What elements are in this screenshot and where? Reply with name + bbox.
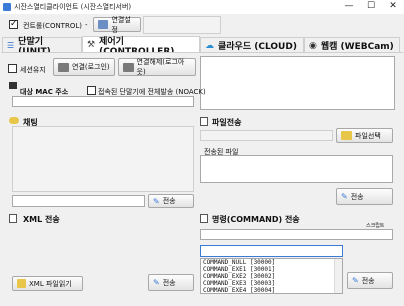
file-transfer-title: 파일전송 <box>212 118 242 127</box>
send-icon: ✎ <box>341 192 348 201</box>
script-label: 스크립트 <box>366 223 385 229</box>
command-icon <box>200 214 208 223</box>
command-send-button[interactable]: ✎ 전송 <box>347 272 393 289</box>
chat-icon <box>9 117 19 124</box>
mac-address-input[interactable] <box>12 96 194 107</box>
webcam-icon: ◉ <box>309 40 317 51</box>
tab-webcam-label: 웹캠 (WEBCam) <box>320 42 394 52</box>
disconnect-logout-button[interactable]: 연결해제(로그아웃) <box>118 58 196 76</box>
tab-unit[interactable]: ☰ 단말기 (UNIT) <box>2 37 82 57</box>
chat-input[interactable] <box>12 195 145 207</box>
connect-login-label: 연결(로그인) <box>72 63 110 71</box>
xml-read-file-label: XML 파일읽기 <box>29 279 72 288</box>
status-log-box <box>200 56 395 110</box>
list-item[interactable]: COMMAND_EXE3 [30003] <box>201 280 342 287</box>
cloud-icon: ☁ <box>205 40 214 51</box>
session-hold-label: 세션유지 <box>20 66 46 74</box>
list-item[interactable]: COMMAND_EXE4 [30004] <box>201 287 342 293</box>
file-path-input <box>200 130 333 141</box>
tab-bar: ☰ 단말기 (UNIT) ⚒ 제어기 (CONTROLLER) ☁ 클라우드 (… <box>0 36 404 57</box>
chat-send-label: 전송 <box>162 197 176 205</box>
connect-icon <box>58 62 69 72</box>
disconnect-icon <box>123 62 134 72</box>
command-input[interactable] <box>200 245 343 257</box>
disconnect-logout-label: 연결해제(로그아웃) <box>136 58 185 76</box>
command-title: 명령(COMMAND) 전송 <box>212 215 300 224</box>
connect-settings-label: 연결설정 <box>111 15 131 34</box>
list-icon: ☰ <box>7 41 15 50</box>
tab-controller[interactable]: ⚒ 제어기 (CONTROLLER) <box>82 36 200 57</box>
control-checkbox[interactable] <box>9 19 18 29</box>
connection-status-field <box>143 16 221 34</box>
wrench-icon: ⚒ <box>87 40 96 50</box>
list-item[interactable]: COMMAND_NULL [30000] <box>201 259 342 266</box>
window-title: 시잔스열티클라이언트 (시잔스열티서버) <box>14 3 132 11</box>
xml-title: XML 전송 <box>23 215 60 224</box>
close-button[interactable]: ✕ <box>382 0 404 14</box>
command-list-scrollbar[interactable] <box>334 259 342 293</box>
session-hold-checkbox[interactable] <box>8 64 17 73</box>
command-script-input[interactable] <box>200 229 393 240</box>
file-send-button[interactable]: ✎ 전송 <box>336 188 393 205</box>
file-select-label: 파일선택 <box>355 131 381 140</box>
toolbar: 컨트롤(CONTROL) - 연결설정 <box>0 14 404 36</box>
file-select-button[interactable]: 파일선택 <box>336 128 393 143</box>
xml-send-label: 전송 <box>162 278 176 287</box>
tab-webcam[interactable]: ◉ 웹캠 (WEBCam) <box>304 37 400 53</box>
xml-read-file-button[interactable]: XML 파일읽기 <box>12 276 83 291</box>
tab-cloud-label: 클라우드 (CLOUD) <box>218 42 297 52</box>
toolbar-separator: - <box>85 21 88 29</box>
command-send-label: 전송 <box>361 276 375 285</box>
folder-icon <box>341 131 352 140</box>
app-icon <box>3 3 11 11</box>
connect-login-button[interactable]: 연결(로그인) <box>53 58 115 76</box>
control-label: 컨트롤(CONTROL) <box>23 22 82 30</box>
file-icon <box>200 117 208 126</box>
send-icon: ✎ <box>153 196 160 206</box>
minimize-button[interactable]: — <box>338 0 360 14</box>
list-item[interactable]: COMMAND_EXE2 [30002] <box>201 273 342 280</box>
list-item[interactable]: COMMAND_EXE1 [30001] <box>201 266 342 273</box>
command-list[interactable]: COMMAND_NULL [30000] COMMAND_EXE1 [30001… <box>200 258 343 294</box>
send-icon: ✎ <box>352 276 359 285</box>
mac-icon <box>9 82 17 89</box>
title-bar: 시잔스열티클라이언트 (시잔스열티서버) — ☐ ✕ <box>0 0 404 14</box>
send-icon: ✎ <box>153 278 160 287</box>
monitor-icon <box>98 20 109 29</box>
xml-doc-icon <box>17 279 26 288</box>
tab-cloud[interactable]: ☁ 클라우드 (CLOUD) <box>200 37 304 53</box>
chat-send-button[interactable]: ✎ 전송 <box>148 194 194 208</box>
connect-settings-button[interactable]: 연결설정 <box>93 15 141 34</box>
maximize-button[interactable]: ☐ <box>360 0 382 14</box>
xml-send-button[interactable]: ✎ 전송 <box>148 274 194 291</box>
xml-file-icon <box>9 214 17 223</box>
broadcast-checkbox[interactable] <box>87 86 96 95</box>
chat-log <box>12 126 194 192</box>
sent-files-list <box>200 155 393 183</box>
file-send-label: 전송 <box>350 192 364 201</box>
